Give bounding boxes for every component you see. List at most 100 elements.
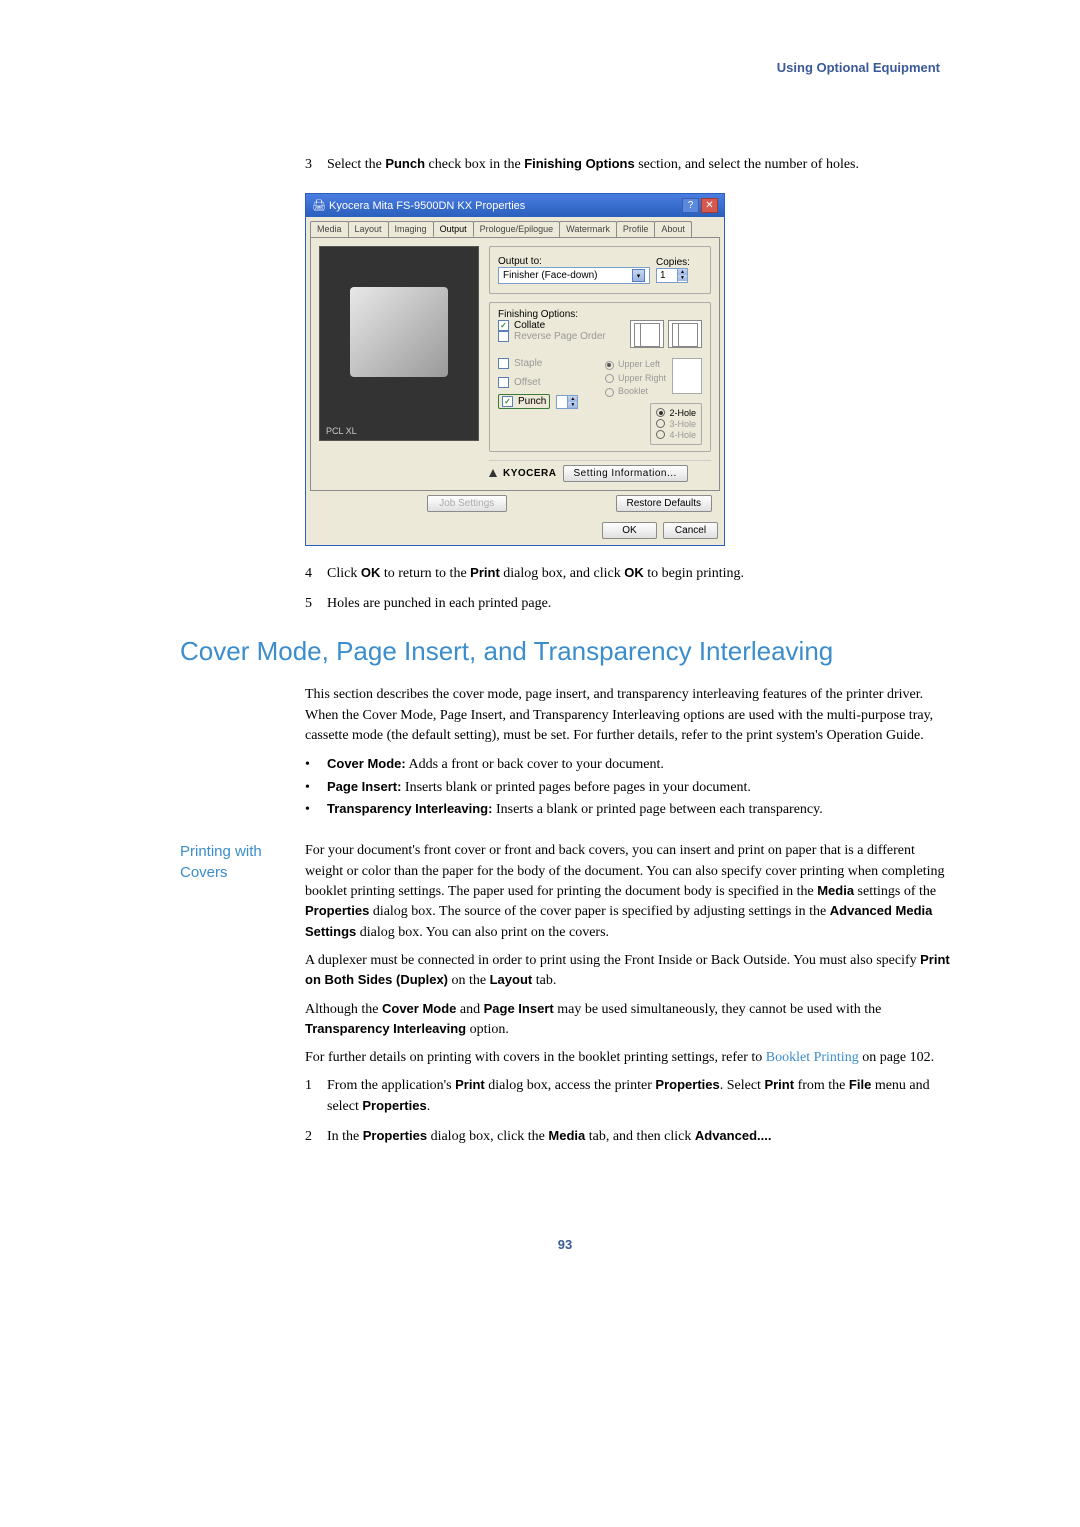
copies-spinner[interactable]: 1 ▲▼ — [656, 268, 688, 283]
bold-properties3: Properties — [363, 1128, 427, 1143]
radio-2hole[interactable]: 2-Hole — [669, 408, 696, 418]
printer-preview: PCL XL — [319, 246, 479, 441]
tab-layout[interactable]: Layout — [348, 221, 389, 237]
tab-about[interactable]: About — [654, 221, 692, 237]
collate-icon-1 — [630, 320, 664, 348]
chevron-down-icon[interactable]: ▾ — [632, 269, 645, 282]
radio-4hole[interactable]: 4-Hole — [669, 430, 696, 440]
tab-profile[interactable]: Profile — [616, 221, 656, 237]
step-number: 2 — [305, 1127, 327, 1147]
radio-booklet[interactable]: Booklet — [618, 385, 648, 399]
step-number: 4 — [305, 564, 327, 584]
down-arrow-icon[interactable]: ▼ — [568, 402, 577, 408]
intro-paragraph: This section describes the cover mode, p… — [305, 685, 950, 746]
setting-information-button[interactable]: Setting Information... — [563, 465, 688, 482]
printer-image — [350, 287, 448, 377]
printer-icon: 🖨 — [312, 199, 329, 212]
copies-value: 1 — [657, 269, 677, 282]
job-settings-button: Job Settings — [427, 495, 507, 512]
text: dialog box, and click — [500, 566, 624, 581]
text: dialog box, click the — [427, 1129, 548, 1144]
bold-punch: Punch — [385, 156, 425, 171]
bullet-cover-mode: • Cover Mode: Adds a front or back cover… — [305, 754, 950, 776]
text: A duplexer must be connected in order to… — [305, 953, 920, 968]
bold-media: Media — [817, 883, 854, 898]
text: dialog box. You can also print on the co… — [356, 925, 609, 940]
cancel-button[interactable]: Cancel — [663, 522, 718, 539]
dialog-titlebar[interactable]: 🖨 Kyocera Mita FS-9500DN KX Properties ?… — [306, 194, 724, 217]
tab-output[interactable]: Output — [433, 221, 474, 237]
radio-3hole[interactable]: 3-Hole — [669, 419, 696, 429]
text: Adds a front or back cover to your docum… — [406, 757, 664, 772]
text: dialog box. The source of the cover pape… — [369, 904, 829, 919]
radio-upper-right[interactable]: Upper Right — [618, 372, 666, 386]
pcl-label: PCL XL — [320, 422, 363, 440]
bold-file: File — [849, 1077, 871, 1092]
step-text: Select the Punch check box in the Finish… — [327, 155, 950, 175]
covers-step-1: 1 From the application's Print dialog bo… — [305, 1076, 950, 1117]
step-text: From the application's Print dialog box,… — [327, 1076, 950, 1117]
dialog-tabs: Media Layout Imaging Output Prologue/Epi… — [306, 217, 724, 237]
text: may be used simultaneously, they cannot … — [554, 1002, 882, 1017]
step-text: In the Properties dialog box, click the … — [327, 1127, 950, 1147]
text: section, and select the number of holes. — [635, 157, 859, 172]
bold-cover-mode: Cover Mode: — [327, 756, 406, 771]
text: on the — [448, 973, 490, 988]
bullet-transparency: • Transparency Interleaving: Inserts a b… — [305, 799, 950, 821]
text: tab, and then click — [585, 1129, 695, 1144]
reverse-checkbox[interactable]: Reverse Page Order — [498, 331, 606, 342]
bold-print: Print — [455, 1077, 485, 1092]
text: to return to the — [380, 566, 470, 581]
step-number: 3 — [305, 155, 327, 175]
text: . Select — [720, 1078, 765, 1093]
radio-upper-left[interactable]: Upper Left — [618, 358, 660, 372]
staple-position-radios: Upper Left Upper Right Booklet — [605, 358, 666, 399]
chapter-header: Using Optional Equipment — [180, 60, 950, 75]
text: For further details on printing with cov… — [305, 1050, 766, 1065]
ok-button[interactable]: OK — [602, 522, 657, 539]
bold-transparency: Transparency Interleaving: — [327, 801, 492, 816]
step-text: Click OK to return to the Print dialog b… — [327, 564, 950, 584]
bold-ok2: OK — [624, 565, 644, 580]
bold-properties2: Properties — [362, 1098, 426, 1113]
text: Click — [327, 566, 361, 581]
tab-prologue[interactable]: Prologue/Epilogue — [473, 221, 561, 237]
bullet-page-insert: • Page Insert: Inserts blank or printed … — [305, 777, 950, 799]
step-number: 1 — [305, 1076, 327, 1117]
down-arrow-icon[interactable]: ▼ — [678, 275, 687, 281]
collate-label: Collate — [514, 320, 545, 331]
output-to-label: Output to: — [498, 256, 650, 267]
tab-imaging[interactable]: Imaging — [388, 221, 434, 237]
logo-icon — [489, 469, 497, 477]
output-to-select[interactable]: Finisher (Face-down) ▾ — [498, 267, 650, 284]
link-booklet-printing[interactable]: Booklet Printing — [766, 1050, 859, 1065]
copies-label: Copies: — [656, 257, 702, 268]
bold-finishing: Finishing Options — [524, 156, 635, 171]
staple-checkbox[interactable]: Staple — [498, 358, 595, 369]
tab-media[interactable]: Media — [310, 221, 349, 237]
bold-layout: Layout — [490, 972, 533, 987]
help-button[interactable]: ? — [682, 198, 699, 213]
covers-step-2: 2 In the Properties dialog box, click th… — [305, 1127, 950, 1147]
punch-checkbox[interactable]: ✓Punch — [498, 394, 550, 409]
close-button[interactable]: ✕ — [701, 198, 718, 213]
text: Select the — [327, 157, 385, 172]
kyocera-logo: KYOCERASetting Information... — [489, 465, 688, 482]
finishing-options-label: Finishing Options: — [498, 309, 702, 320]
text: tab. — [532, 973, 556, 988]
punch-spinner[interactable]: ▲▼ — [556, 395, 578, 409]
offset-checkbox[interactable]: Offset — [498, 377, 595, 388]
restore-defaults-button[interactable]: Restore Defaults — [616, 495, 712, 512]
bold-cover-mode2: Cover Mode — [382, 1001, 456, 1016]
text: . — [427, 1099, 431, 1114]
reverse-label: Reverse Page Order — [514, 331, 606, 342]
collate-checkbox[interactable]: ✓Collate — [498, 320, 606, 331]
page-number: 93 — [180, 1237, 950, 1252]
output-to-value: Finisher (Face-down) — [503, 270, 597, 281]
properties-dialog: 🖨 Kyocera Mita FS-9500DN KX Properties ?… — [305, 193, 725, 546]
tab-watermark[interactable]: Watermark — [559, 221, 617, 237]
text: Inserts a blank or printed page between … — [492, 802, 822, 817]
bold-advanced: Advanced.... — [695, 1128, 772, 1143]
bold-ok: OK — [361, 565, 381, 580]
step-4: 4 Click OK to return to the Print dialog… — [305, 564, 950, 584]
